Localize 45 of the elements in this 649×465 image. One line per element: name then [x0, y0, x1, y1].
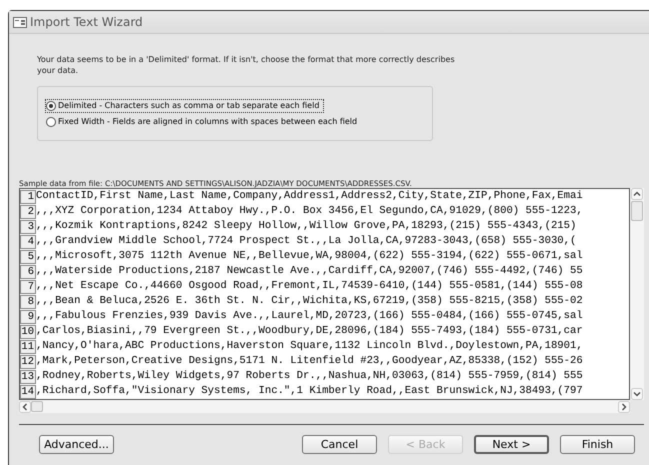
sample-row-text: ,,,Bean & Beluca,2526 E. 36th St. N. Cir,,Wichita,KS,67219,(358) 555-8215,(358) 555-02	[36, 295, 583, 308]
row-number: 4	[20, 234, 36, 248]
scroll-thumb[interactable]	[31, 401, 43, 412]
row-number: 3	[20, 220, 36, 234]
sample-row-text: ,,,Grandview Middle School,7724 Prospect St.,,La Jolla,CA,97283-3043,(658) 555-3030,(	[36, 235, 576, 248]
sample-row-text: ,Richard,Soffa,"Visionary Systems, Inc.",1 Kimberly Road,,East Brunswick,NJ,38493,(797	[36, 385, 583, 398]
sample-row-text: ,Rodney,Roberts,Wiley Widgets,97 Roberts Dr.,,Nashua,NH,03063,(814) 555-7959,(814) 555	[36, 370, 583, 383]
row-number: 9	[20, 310, 36, 324]
sample-row-text: ,Carlos,Biasini,,79 Evergreen St.,,Woodbury,DE,28096,(184) 555-7493,(184) 555-0731,car	[36, 325, 583, 338]
window-icon	[13, 16, 27, 28]
intro-text: Your data seems to be in a 'Delimited' format. If it isn't, choose the format that more correctly describes your data.	[37, 54, 456, 76]
scroll-up-icon[interactable]	[631, 188, 643, 200]
scroll-right-icon[interactable]	[618, 400, 630, 412]
dialog-button[interactable]: Advanced...	[39, 435, 114, 454]
sample-row-text: ,,,Fabulous Frenzies,939 Davis Ave.,,Laurel,MD,20723,(166) 555-0484,(166) 555-0745,sal	[36, 310, 583, 323]
scroll-thumb[interactable]	[631, 201, 643, 221]
row-number: 11	[20, 340, 36, 354]
format-radio[interactable]: Delimited - Characters such as comma or tab separate each field	[46, 100, 324, 112]
sample-row-text: ContactID,First Name,Last Name,Company,Address1,Address2,City,State,ZIP,Phone,Fax,Emai	[36, 190, 583, 203]
format-radio[interactable]: Fixed Width - Fields are aligned in columns with spaces between each field	[46, 116, 362, 128]
row-number: 6	[20, 264, 36, 278]
horizontal-scrollbar[interactable]	[19, 400, 630, 413]
sample-row-text: ,Mark,Peterson,Creative Designs,5171 N. Litenfield #23,,Goodyear,AZ,85338,(152) 555-26	[36, 355, 583, 368]
row-number: 2	[20, 204, 36, 218]
sample-row-text: ,Nancy,O'hara,ABC Productions,Haverston Square,1132 Lincoln Blvd.,Doylestown,PA,18901,	[36, 340, 583, 353]
row-number: 13	[20, 370, 36, 384]
sample-row-text: ,,,Kozmik Kontraptions,8242 Sleepy Hollow,,Willow Grove,PA,18293,(215) 555-4343,(215)	[36, 220, 576, 233]
scroll-left-icon[interactable]	[19, 400, 31, 412]
row-number: 1	[20, 190, 36, 204]
sample-row-text: ,,,XYZ Corporation,1234 Attaboy Hwy.,P.O. Box 3456,El Segundo,CA,91029,(800) 555-1223,	[36, 205, 583, 218]
row-number: 8	[20, 294, 36, 308]
sample-row-text: ,,,Waterside Productions,2187 Newcastle Ave.,,Cardiff,CA,92007,(746) 555-4492,(746) 55	[36, 265, 583, 278]
sample-row-text: ,,,Microsoft,3075 112th Avenue NE,,Bellevue,WA,98004,(622) 555-3194,(622) 555-0671,sal	[36, 250, 583, 263]
sample-row-text: ,,,Net Escape Co.,44660 Osgood Road,,Fremont,IL,74539-6410,(144) 555-0581,(144) 555-08	[36, 280, 583, 293]
dialog-button[interactable]: Next >	[474, 435, 549, 454]
row-number: 5	[20, 250, 36, 264]
vertical-scrollbar[interactable]	[630, 188, 644, 400]
row-number: 12	[20, 354, 36, 368]
dialog-button[interactable]: Finish	[560, 435, 635, 454]
row-number: 7	[20, 280, 36, 294]
dialog-button[interactable]: Cancel	[302, 435, 377, 454]
scroll-down-icon[interactable]	[631, 388, 643, 400]
window-title: Import Text Wizard	[30, 14, 143, 31]
row-number: 14	[20, 384, 36, 398]
row-number: 10	[20, 324, 36, 338]
